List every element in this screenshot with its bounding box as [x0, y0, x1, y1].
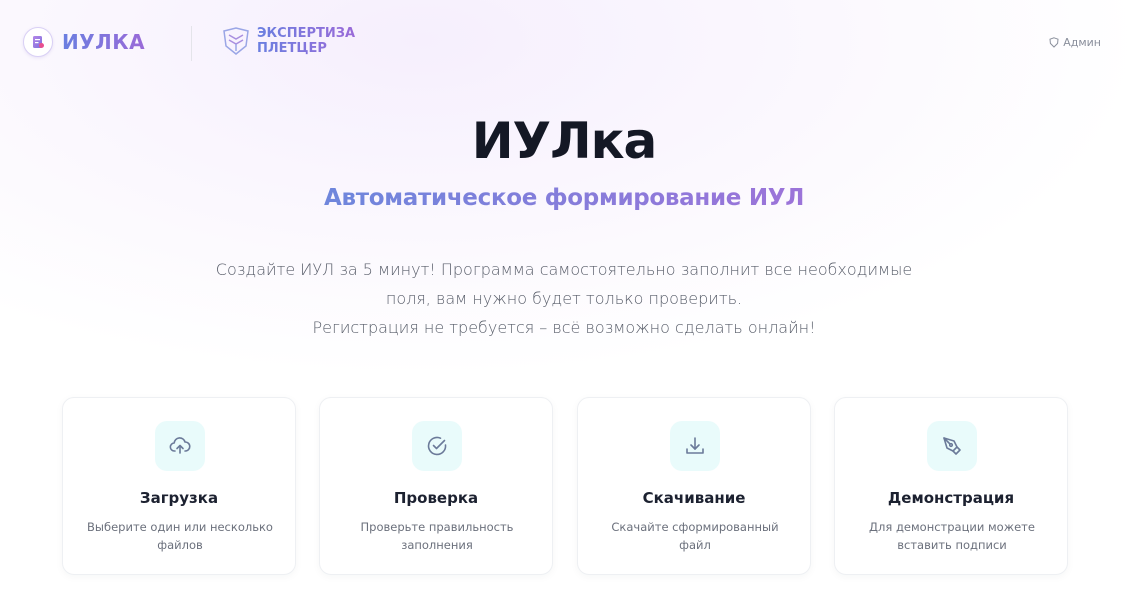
card-description: Проверьте правильность заполнения	[334, 518, 540, 554]
partner-name-line2: ПЛЕТЦЕР	[257, 41, 327, 56]
card-upload[interactable]: Загрузка Выберите один или несколько фай…	[62, 397, 296, 575]
download-icon	[670, 421, 720, 471]
feature-cards: Загрузка Выберите один или несколько фай…	[62, 397, 1070, 575]
card-description-line: Выберите один или несколько	[87, 520, 273, 534]
brand-logo[interactable]: ИУЛКА	[23, 27, 145, 57]
header-divider	[191, 26, 192, 61]
partner-logo[interactable]: ЭКСПЕРТИЗА ПЛЕТЦЕР	[221, 26, 355, 56]
card-description: Для демонстрации можете вставить подписи	[849, 518, 1055, 554]
hero-description-line: Создайте ИУЛ за 5 минут! Программа самос…	[215, 260, 913, 279]
page-title: ИУЛка	[471, 112, 658, 170]
check-circle-icon	[412, 421, 462, 471]
card-check[interactable]: Проверка Проверьте правильность заполнен…	[319, 397, 553, 575]
card-description-line: файлов	[157, 538, 203, 552]
card-demo[interactable]: Демонстрация Для демонстрации можете вст…	[834, 397, 1068, 575]
hero-description-line: Регистрация не требуется – всё возможно …	[312, 318, 816, 337]
card-description-line: Проверьте правильность	[360, 520, 514, 534]
card-download[interactable]: Скачивание Скачайте сформированный файл	[577, 397, 811, 575]
card-title: Загрузка	[139, 489, 219, 507]
card-description-line: файл	[679, 538, 711, 552]
card-description: Скачайте сформированный файл	[592, 518, 798, 554]
shield-logo-icon	[223, 27, 249, 55]
card-title: Демонстрация	[887, 489, 1015, 507]
hero-description: Создайте ИУЛ за 5 минут! Программа самос…	[0, 255, 1128, 342]
shield-icon	[1049, 37, 1059, 48]
document-icon	[23, 27, 53, 57]
partner-name-line1: ЭКСПЕРТИЗА	[257, 26, 356, 41]
cloud-upload-icon	[155, 421, 205, 471]
hero-description-line: поля, вам нужно будет только проверить.	[385, 289, 743, 308]
admin-link[interactable]: Админ	[1049, 36, 1101, 49]
card-title: Скачивание	[642, 489, 746, 507]
card-title: Проверка	[393, 489, 479, 507]
card-description-line: Для демонстрации можете	[869, 520, 1035, 534]
admin-label: Админ	[1063, 36, 1101, 49]
header: ИУЛКА ЭКСПЕРТИЗА ПЛЕТЦЕР Админ	[0, 0, 1128, 86]
card-description-line: Скачайте сформированный	[611, 520, 779, 534]
brand-name: ИУЛКА	[62, 30, 146, 54]
partner-name: ЭКСПЕРТИЗА ПЛЕТЦЕР	[257, 26, 355, 56]
card-description-line: заполнения	[401, 538, 473, 552]
card-description-line: вставить подписи	[897, 538, 1007, 552]
page-subtitle: Автоматическое формирование ИУЛ	[0, 185, 1128, 211]
pen-tool-icon	[927, 421, 977, 471]
card-description: Выберите один или несколько файлов	[77, 518, 283, 554]
